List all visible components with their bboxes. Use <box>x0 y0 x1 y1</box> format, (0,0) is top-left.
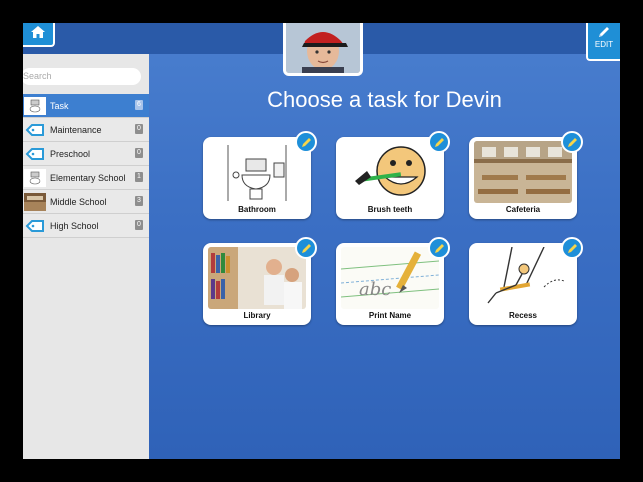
app-screen: EDIT Search Task 6 Maintenance 0 Prescho… <box>23 23 620 459</box>
task-label: Recess <box>508 311 538 320</box>
task-label: Cafeteria <box>505 205 541 214</box>
task-card-library[interactable]: Library <box>203 237 317 325</box>
page-title: Choose a task for Devin <box>267 87 502 112</box>
edit-task-button[interactable] <box>561 131 583 153</box>
pencil-icon <box>567 137 577 147</box>
edit-button[interactable]: EDIT <box>586 23 620 61</box>
sidebar-item-label: Elementary School <box>50 172 126 183</box>
brush-teeth-icon <box>341 141 439 203</box>
edit-task-button[interactable] <box>295 131 317 153</box>
tag-icon <box>23 120 47 140</box>
task-card-print-name[interactable]: abc Print Name <box>336 237 450 325</box>
svg-text:abc: abc <box>359 279 391 300</box>
home-button[interactable] <box>23 23 55 47</box>
tag-icon <box>23 144 47 164</box>
item-count-badge: 0 <box>135 148 143 158</box>
sidebar-item-label: Task <box>50 100 69 111</box>
print-name-icon: abc <box>341 247 439 309</box>
edit-task-button[interactable] <box>428 131 450 153</box>
sidebar-item-label: Preschool <box>50 148 91 159</box>
sidebar-item-label: Maintenance <box>50 124 102 135</box>
item-count-badge: 6 <box>135 100 143 110</box>
item-count-badge: 3 <box>135 196 143 206</box>
item-count-badge: 0 <box>135 220 143 230</box>
sidebar-item-label: Middle School <box>50 196 107 207</box>
task-card-cafeteria[interactable]: Cafeteria <box>469 131 583 219</box>
pencil-icon <box>301 243 311 253</box>
task-card-brush-teeth[interactable]: Brush teeth <box>336 131 450 219</box>
edit-label: EDIT <box>594 40 614 49</box>
pencil-icon <box>567 243 577 253</box>
home-icon <box>31 26 45 38</box>
sidebar-item-maintenance[interactable]: Maintenance 0 <box>23 118 149 142</box>
sidebar-item-high-school[interactable]: High School 0 <box>23 214 149 238</box>
pencil-icon <box>301 137 311 147</box>
cafeteria-icon <box>474 141 572 203</box>
sidebar-item-elementary-school[interactable]: Elementary School 1 <box>23 166 149 190</box>
edit-task-button[interactable] <box>561 237 583 259</box>
task-label: Library <box>243 311 271 320</box>
item-count-badge: 0 <box>135 124 143 134</box>
cafeteria-icon <box>23 192 47 212</box>
edit-task-button[interactable] <box>428 237 450 259</box>
sidebar: Search Task 6 Maintenance 0 Preschool 0 … <box>23 54 149 459</box>
student-photo <box>286 23 360 73</box>
sidebar-item-label: High School <box>50 220 99 231</box>
edit-task-button[interactable] <box>295 237 317 259</box>
pencil-icon <box>599 27 609 37</box>
tablet-frame: EDIT Search Task 6 Maintenance 0 Prescho… <box>0 0 643 482</box>
sidebar-list: Task 6 Maintenance 0 Preschool 0 Element… <box>23 94 149 238</box>
task-label: Brush teeth <box>367 205 413 214</box>
task-card-bathroom[interactable]: Bathroom <box>203 131 317 219</box>
task-card-recess[interactable]: Recess <box>469 237 583 325</box>
tag-icon <box>23 216 47 236</box>
task-label: Bathroom <box>238 205 276 214</box>
sidebar-item-preschool[interactable]: Preschool 0 <box>23 142 149 166</box>
library-icon <box>208 247 306 309</box>
search-input[interactable]: Search <box>23 68 141 85</box>
pencil-icon <box>434 243 444 253</box>
bathroom-icon <box>208 141 306 203</box>
avatar[interactable] <box>283 23 363 76</box>
task-label: Print Name <box>368 311 412 320</box>
pencil-icon <box>434 137 444 147</box>
bathroom-icon <box>23 168 47 188</box>
bathroom-icon <box>23 96 47 116</box>
item-count-badge: 1 <box>135 172 143 182</box>
sidebar-item-task[interactable]: Task 6 <box>23 94 149 118</box>
recess-icon <box>474 247 572 309</box>
sidebar-item-middle-school[interactable]: Middle School 3 <box>23 190 149 214</box>
